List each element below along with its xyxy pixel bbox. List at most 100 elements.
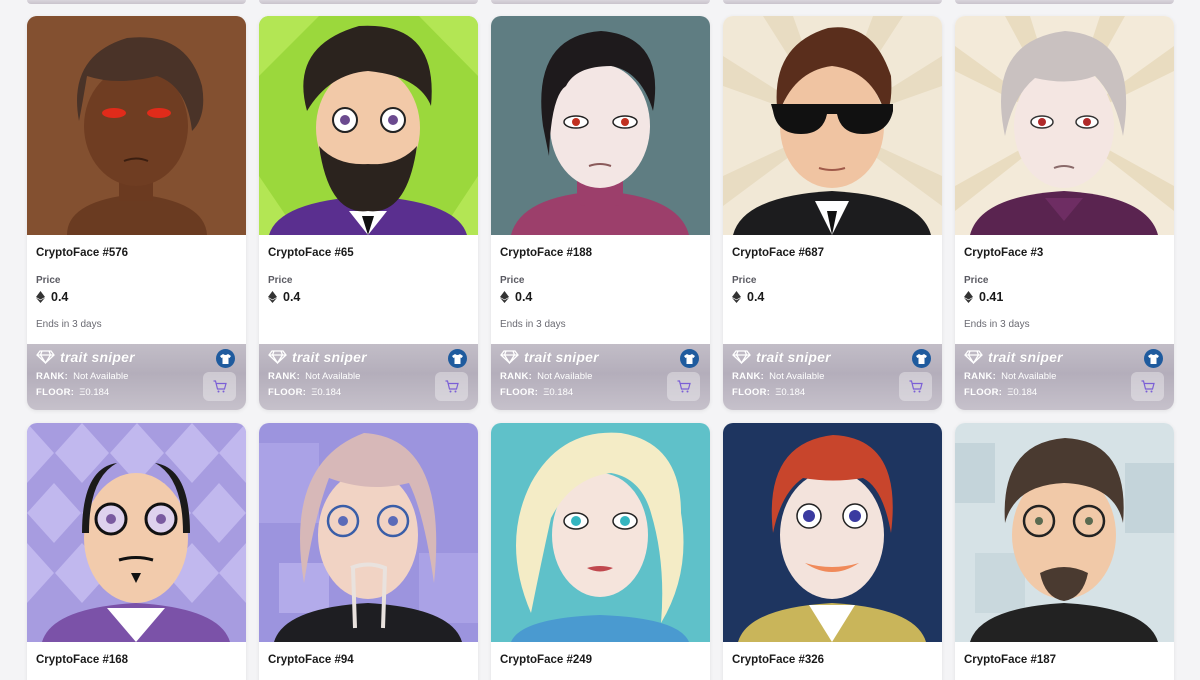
brand-label: trait sniper: [524, 349, 599, 365]
auction-ends: Ends in 3 days: [36, 319, 102, 330]
price-amount: 0.4: [51, 290, 69, 304]
diamond-icon: [36, 350, 55, 364]
nft-image[interactable]: [955, 423, 1174, 642]
card-sliver: [491, 0, 710, 4]
nft-name[interactable]: CryptoFace #576: [36, 247, 128, 259]
price-amount: 0.4: [515, 290, 533, 304]
cart-icon: [909, 380, 923, 393]
eth-icon: [964, 291, 973, 303]
trait-sniper-panel: trait sniper RANK: Not Available FLOOR: Ξ0…: [259, 344, 478, 410]
price-value: 0.4: [36, 290, 68, 304]
card-sliver: [27, 0, 246, 4]
eth-icon: [36, 291, 45, 303]
auction-ends: Ends in 3 days: [964, 319, 1030, 330]
floor-row: FLOOR: Ξ0.184: [36, 387, 110, 398]
nft-name[interactable]: CryptoFace #65: [268, 247, 354, 259]
nft-card[interactable]: CryptoFace #188 Price 0.4 Ends in 3 days…: [491, 16, 710, 410]
nft-image[interactable]: [27, 16, 246, 235]
cart-icon: [1141, 380, 1155, 393]
trait-sniper-brand: trait sniper: [964, 349, 1063, 365]
diamond-icon: [268, 350, 287, 364]
trait-sniper-panel: trait sniper RANK: Not Available FLOOR: Ξ0…: [491, 344, 710, 410]
brand-label: trait sniper: [292, 349, 367, 365]
rank-row: RANK: Not Available: [964, 371, 1057, 382]
nft-card[interactable]: CryptoFace #94: [259, 423, 478, 680]
eth-icon: [732, 291, 741, 303]
nft-name[interactable]: CryptoFace #168: [36, 654, 128, 666]
nft-image[interactable]: [27, 423, 246, 642]
trait-sniper-brand: trait sniper: [268, 349, 367, 365]
shirt-icon[interactable]: [1144, 349, 1163, 368]
price-amount: 0.41: [979, 290, 1004, 304]
price-label: Price: [500, 275, 525, 286]
floor-row: FLOOR: Ξ0.184: [732, 387, 806, 398]
price-label: Price: [36, 275, 61, 286]
rank-row: RANK: Not Available: [268, 371, 361, 382]
card-sliver: [723, 0, 942, 4]
add-to-cart-button[interactable]: [667, 372, 700, 401]
nft-image[interactable]: [259, 16, 478, 235]
card-sliver: [955, 0, 1174, 4]
auction-ends: Ends in 3 days: [500, 319, 566, 330]
nft-card[interactable]: CryptoFace #687 Price 0.4 trait sniper R…: [723, 16, 942, 410]
nft-name[interactable]: CryptoFace #249: [500, 654, 592, 666]
brand-label: trait sniper: [988, 349, 1063, 365]
add-to-cart-button[interactable]: [203, 372, 236, 401]
shirt-icon[interactable]: [216, 349, 235, 368]
floor-row: FLOOR: Ξ0.184: [268, 387, 342, 398]
shirt-icon[interactable]: [680, 349, 699, 368]
add-to-cart-button[interactable]: [1131, 372, 1164, 401]
price-amount: 0.4: [283, 290, 301, 304]
rank-row: RANK: Not Available: [732, 371, 825, 382]
add-to-cart-button[interactable]: [899, 372, 932, 401]
nft-card[interactable]: CryptoFace #576 Price 0.4 Ends in 3 days…: [27, 16, 246, 410]
nft-image[interactable]: [955, 16, 1174, 235]
trait-sniper-brand: trait sniper: [500, 349, 599, 365]
price-value: 0.41: [964, 290, 1003, 304]
brand-label: trait sniper: [756, 349, 831, 365]
price-amount: 0.4: [747, 290, 765, 304]
trait-sniper-brand: trait sniper: [36, 349, 135, 365]
nft-card[interactable]: CryptoFace #168: [27, 423, 246, 680]
nft-name[interactable]: CryptoFace #187: [964, 654, 1056, 666]
trait-sniper-panel: trait sniper RANK: Not Available FLOOR: Ξ0…: [955, 344, 1174, 410]
nft-image[interactable]: [491, 16, 710, 235]
diamond-icon: [732, 350, 751, 364]
nft-name[interactable]: CryptoFace #326: [732, 654, 824, 666]
price-label: Price: [732, 275, 757, 286]
rank-row: RANK: Not Available: [36, 371, 129, 382]
nft-card[interactable]: CryptoFace #326: [723, 423, 942, 680]
nft-image[interactable]: [259, 423, 478, 642]
price-label: Price: [268, 275, 293, 286]
nft-name[interactable]: CryptoFace #94: [268, 654, 354, 666]
shirt-icon[interactable]: [912, 349, 931, 368]
trait-sniper-panel: trait sniper RANK: Not Available FLOOR: Ξ0…: [723, 344, 942, 410]
nft-card[interactable]: CryptoFace #3 Price 0.41 Ends in 3 days …: [955, 16, 1174, 410]
rank-row: RANK: Not Available: [500, 371, 593, 382]
price-value: 0.4: [500, 290, 532, 304]
nft-image[interactable]: [723, 16, 942, 235]
nft-name[interactable]: CryptoFace #3: [964, 247, 1043, 259]
nft-image[interactable]: [723, 423, 942, 642]
floor-row: FLOOR: Ξ0.184: [500, 387, 574, 398]
trait-sniper-brand: trait sniper: [732, 349, 831, 365]
price-value: 0.4: [268, 290, 300, 304]
trait-sniper-panel: trait sniper RANK: Not Available FLOOR: Ξ0…: [27, 344, 246, 410]
nft-image[interactable]: [491, 423, 710, 642]
shirt-icon[interactable]: [448, 349, 467, 368]
diamond-icon: [964, 350, 983, 364]
cart-icon: [677, 380, 691, 393]
eth-icon: [268, 291, 277, 303]
cart-icon: [445, 380, 459, 393]
add-to-cart-button[interactable]: [435, 372, 468, 401]
brand-label: trait sniper: [60, 349, 135, 365]
floor-row: FLOOR: Ξ0.184: [964, 387, 1038, 398]
nft-card[interactable]: CryptoFace #65 Price 0.4 trait sniper RA…: [259, 16, 478, 410]
price-label: Price: [964, 275, 989, 286]
nft-card[interactable]: CryptoFace #249: [491, 423, 710, 680]
eth-icon: [500, 291, 509, 303]
nft-name[interactable]: CryptoFace #188: [500, 247, 592, 259]
nft-card[interactable]: CryptoFace #187: [955, 423, 1174, 680]
diamond-icon: [500, 350, 519, 364]
nft-name[interactable]: CryptoFace #687: [732, 247, 824, 259]
